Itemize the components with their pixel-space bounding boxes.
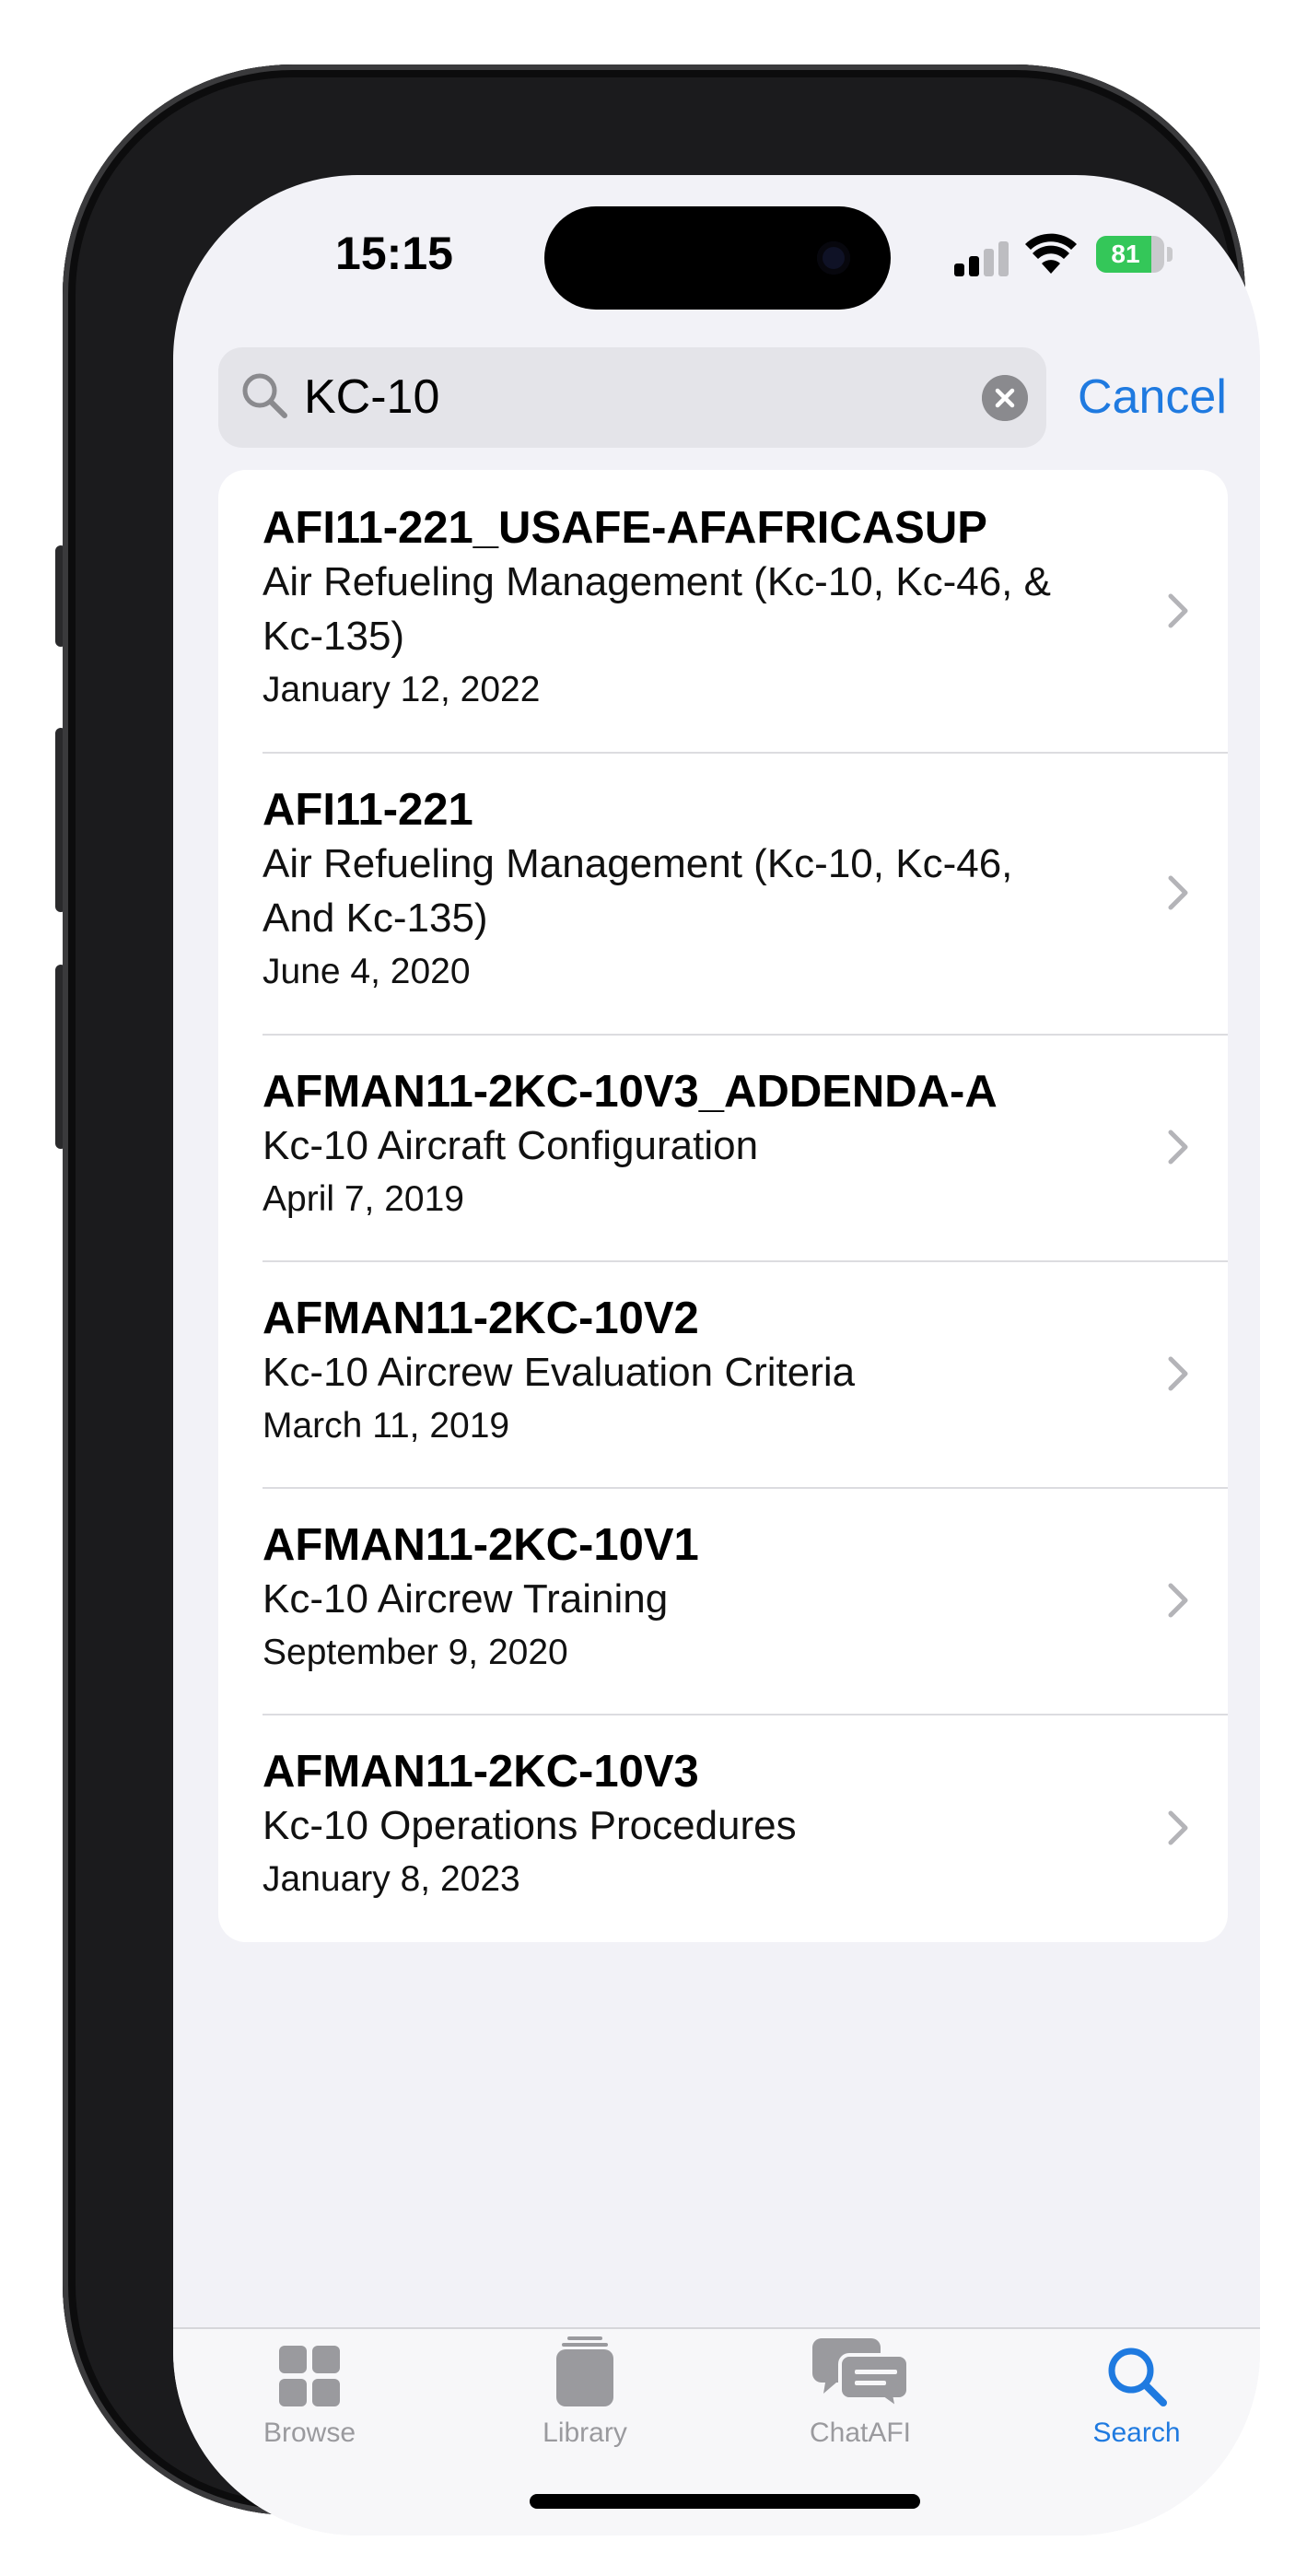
result-subtitle-continued: Kc-135) <box>263 614 405 659</box>
phone-frame: 15:15 81 KC-10 Cancel AFI11-221_USAFE-AF… <box>63 64 1260 2535</box>
result-subtitle: Air Refueling Management (Kc-10, Kc-46, <box>263 841 1013 886</box>
front-camera-icon <box>817 241 850 275</box>
result-title: AFI11-221 <box>263 785 473 835</box>
search-field[interactable]: KC-10 <box>218 347 1046 448</box>
chevron-right-icon <box>1168 1583 1188 1618</box>
result-row[interactable]: AFMAN11-2KC-10V3_ADDENDA-A Kc-10 Aircraf… <box>218 1034 1228 1260</box>
battery-icon: 81 <box>1096 236 1164 273</box>
result-title: AFMAN11-2KC-10V2 <box>263 1294 699 1343</box>
wifi-icon <box>1025 233 1077 274</box>
tab-browse[interactable]: Browse <box>217 2344 402 2473</box>
clear-search-icon[interactable] <box>982 375 1028 421</box>
results-list: AFI11-221_USAFE-AFAFRICASUP Air Refuelin… <box>218 470 1228 1942</box>
cancel-button[interactable]: Cancel <box>1078 347 1227 448</box>
result-date: January 8, 2023 <box>263 1859 520 1899</box>
screen: 15:15 81 KC-10 Cancel AFI11-221_USAFE-AF… <box>173 175 1260 2535</box>
chevron-right-icon <box>1168 1356 1188 1391</box>
chevron-right-icon <box>1168 1130 1188 1165</box>
library-icon <box>556 2336 613 2406</box>
tab-chatafi[interactable]: ChatAFI <box>768 2338 952 2473</box>
result-row[interactable]: AFMAN11-2KC-10V3 Kc-10 Operations Proced… <box>218 1714 1228 1942</box>
search-icon <box>1108 2348 1167 2406</box>
dynamic-island <box>544 206 891 310</box>
result-row[interactable]: AFI11-221_USAFE-AFAFRICASUP Air Refuelin… <box>218 470 1228 752</box>
result-date: March 11, 2019 <box>263 1406 510 1446</box>
result-row[interactable]: AFMAN11-2KC-10V2 Kc-10 Aircrew Evaluatio… <box>218 1260 1228 1487</box>
tab-library-label: Library <box>543 2418 627 2448</box>
chat-bubbles-icon <box>812 2338 908 2408</box>
tab-chatafi-label: ChatAFI <box>809 2418 912 2448</box>
chevron-right-icon <box>1168 1810 1188 1845</box>
result-row[interactable]: AFMAN11-2KC-10V1 Kc-10 Aircrew Training … <box>218 1487 1228 1714</box>
battery-percent: 81 <box>1111 240 1140 268</box>
tab-search[interactable]: Search <box>1044 2344 1229 2473</box>
search-input[interactable]: KC-10 <box>304 347 439 448</box>
result-title: AFMAN11-2KC-10V3_ADDENDA-A <box>263 1067 998 1117</box>
magnifying-glass-icon <box>242 373 287 418</box>
battery-tip <box>1167 247 1173 262</box>
result-subtitle-continued: And Kc-135) <box>263 896 488 941</box>
tab-search-label: Search <box>1092 2418 1181 2448</box>
result-title: AFI11-221_USAFE-AFAFRICASUP <box>263 503 987 553</box>
chevron-right-icon <box>1168 875 1188 910</box>
result-subtitle: Kc-10 Operations Procedures <box>263 1803 797 1848</box>
result-date: September 9, 2020 <box>263 1633 568 1672</box>
result-row[interactable]: AFI11-221 Air Refueling Management (Kc-1… <box>218 752 1228 1034</box>
tab-browse-label: Browse <box>263 2418 356 2448</box>
result-title: AFMAN11-2KC-10V1 <box>263 1520 699 1570</box>
result-date: April 7, 2019 <box>263 1179 464 1219</box>
result-subtitle: Kc-10 Aircrew Evaluation Criteria <box>263 1350 856 1395</box>
result-subtitle: Kc-10 Aircraft Configuration <box>263 1123 759 1168</box>
result-subtitle: Air Refueling Management (Kc-10, Kc-46, … <box>263 559 1051 604</box>
result-date: January 12, 2022 <box>263 670 541 709</box>
grid-icon <box>279 2346 340 2406</box>
result-date: June 4, 2020 <box>263 952 471 991</box>
tab-library[interactable]: Library <box>493 2336 677 2473</box>
status-time: 15:15 <box>335 228 453 279</box>
home-indicator <box>530 2494 920 2509</box>
result-title: AFMAN11-2KC-10V3 <box>263 1747 699 1797</box>
result-subtitle: Kc-10 Aircrew Training <box>263 1576 669 1622</box>
cellular-signal-icon <box>954 240 1009 276</box>
chevron-right-icon <box>1168 593 1188 628</box>
